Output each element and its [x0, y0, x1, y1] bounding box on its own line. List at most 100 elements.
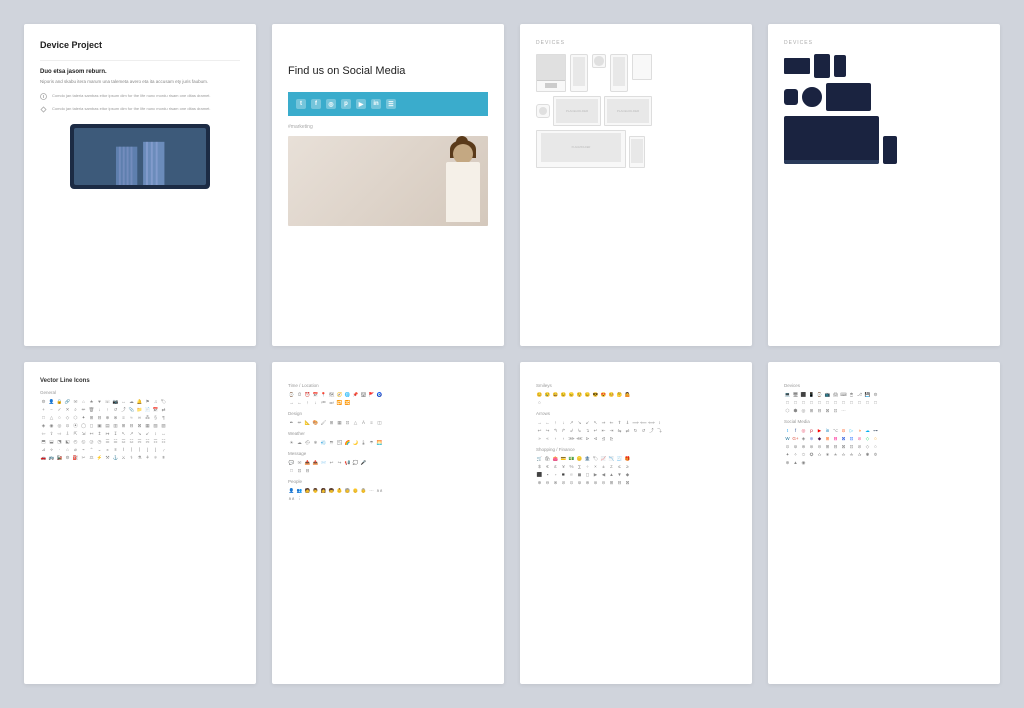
icon-c5: ⌀	[72, 446, 79, 453]
list-item-2: Comdo jan taleria sambas eitor ipsum dim…	[40, 106, 240, 114]
icons-general-6: ⬒ ⬓ ⬔ ⬕ ◴ ◵ ◶ ◷ ☰ ☱ ☲ ☳ ☴ ☵ ☶ ☷	[40, 438, 240, 445]
icon-rd: ⊙	[840, 427, 847, 434]
icon-dev5: □	[816, 399, 823, 406]
icon-moon: 🌙	[352, 439, 359, 446]
arrow-icons-3: » « › ‹ ⋙ ⋘ ⊳ ⊲ ⊴ ⊵	[536, 435, 736, 442]
icon-cart: 🛒	[536, 455, 543, 462]
weather-icons: ☀ ☁ 🌧 ❄ 💨 ⛈ 🌫 🌈 🌙 🌡 ☂ 🌅	[288, 439, 488, 446]
icon-a14: ↙	[144, 430, 151, 437]
icon-d9: ⚒	[104, 454, 111, 461]
icon-person5: 👩	[320, 487, 327, 494]
icon-thunder: ⛈	[328, 439, 335, 446]
icon-ar9: ⇤	[600, 427, 607, 434]
person-body	[446, 162, 480, 222]
icon-sx7: ✭	[832, 451, 839, 458]
icon-chart: 📈	[600, 455, 607, 462]
card-devices-dark: DEVICES	[768, 24, 1000, 346]
icon-s12: ≥	[624, 463, 631, 470]
icon-a5: ⇱	[72, 430, 79, 437]
icon-r11: ⊞	[120, 422, 127, 429]
card-devices-white: DEVICES	[520, 24, 752, 346]
icon-arrow-d: ↓	[312, 399, 319, 406]
icon-check: ✓	[56, 406, 63, 413]
dev-ipad-2: PLACEHOLDER	[604, 96, 652, 126]
icon-mouse: 🖱	[848, 391, 855, 398]
icon-ar7: ↴	[584, 427, 591, 434]
icon-arrow-r: →	[288, 399, 295, 406]
icon-a6: ⇲	[80, 430, 87, 437]
dark-laptop	[784, 116, 879, 164]
icon-dev27: ⊡	[832, 407, 839, 414]
icon-d7: ⚖	[88, 454, 95, 461]
social-title: Find us on Social Media	[288, 64, 488, 78]
dark-row-2	[784, 83, 984, 111]
icon-li: in	[824, 427, 831, 434]
icon-neutral: 😐	[584, 391, 591, 398]
icon-wind: 💨	[320, 439, 327, 446]
icon-hdd: 💾	[864, 391, 871, 398]
icon-speech: 💭	[352, 459, 359, 466]
icon-search: ⌕	[72, 406, 79, 413]
icon-s11: ≤	[616, 463, 623, 470]
card1-title: Device Project	[40, 40, 240, 50]
icon-map: ↔	[120, 398, 127, 405]
icons-general-8: 🚗 🚌 🚂 ⚙ ⛽ ✂ ⚖ ⚡ ⚒ ⚓ ⚔ ⚕ ⚗ ⚘ ⚛ ⚜	[40, 454, 240, 461]
devices-icons-2: □ □ □ □ □ □ □ □ □ □ □ □	[784, 399, 984, 406]
dark-tablet	[826, 83, 871, 111]
icon-ar3: ↰	[552, 427, 559, 434]
social-icons-row2: W G+ ◈ ⊕ ◆ ⊞ ⊟ ⊠ ⊡ ⊘ ◇ ○	[784, 435, 984, 442]
pinterest-icon: p	[341, 99, 351, 109]
card1-body: Niporis and skabu itera marum una taleme…	[40, 79, 240, 85]
icon-dev4: □	[808, 399, 815, 406]
devices-label-dark: DEVICES	[784, 40, 984, 46]
icon-a28: ⊲	[592, 435, 599, 442]
icon-b1: ⬒	[40, 438, 47, 445]
icon-group: ⋯	[368, 487, 375, 494]
icon-t7: ◻	[584, 471, 591, 478]
icon-ar15: ⤴	[648, 427, 655, 434]
arrow-icons-2: ↩ ↪ ↰ ↱ ↲ ↳ ↴ ↵ ⇤ ⇥ ⇋ ⇌ ↻ ↺ ⤴ ⤵	[536, 427, 736, 434]
icon-so8: ⊠	[840, 443, 847, 450]
icon-u11: ⊟	[616, 479, 623, 486]
icon-love: 😍	[600, 391, 607, 398]
icon-d14: ⚘	[144, 454, 151, 461]
icon-r5: ⦿	[72, 422, 79, 429]
icon-sy3: ◉	[800, 459, 807, 466]
icon-compass: 🧭	[336, 391, 343, 398]
icon-d5: ⛽	[72, 454, 79, 461]
icon-so12: ○	[872, 443, 879, 450]
icon-t6: ◼	[576, 471, 583, 478]
tablet-screen	[74, 128, 206, 185]
shopping-icons-1: 🛒 🛍 👛 💳 💵 🪙 🏦 🏷 📈 📉 🧾 🎁	[536, 455, 736, 462]
dark-phone-2	[834, 55, 846, 77]
icon-vec: △	[352, 419, 359, 426]
icon-b5: ◴	[72, 438, 79, 445]
icon-crop: ⊡	[344, 419, 351, 426]
icon-dev2: □	[792, 399, 799, 406]
facebook-icon: f	[311, 99, 321, 109]
icon-d13: ⚗	[136, 454, 143, 461]
icon-dg: ⊠	[840, 435, 847, 442]
icon-gh: ⌥	[832, 427, 839, 434]
icon-sq10: ⊗	[112, 414, 119, 421]
icon-cool: 😎	[592, 391, 599, 398]
icon-b13: ☴	[136, 438, 143, 445]
tablet-mockup	[70, 124, 210, 189]
icon-s6: ∑	[576, 463, 583, 470]
time-icons-1: ⌚ ⏱ ⏰ 📅 📍 🗺 🧭 🌐 📌 🛣 🚩 🧿	[288, 391, 488, 398]
icon-a11: ↖	[120, 430, 127, 437]
shopping-icons-2: $ € £ ¥ % ∑ ÷ × ± ≠ ≤ ≥	[536, 463, 736, 470]
icon-t2: ▪	[544, 471, 551, 478]
icon-settings: ⚙	[40, 398, 47, 405]
icon-location: 📍	[320, 391, 327, 398]
icon-sq2: △	[48, 414, 55, 421]
icon-vm: ▷	[848, 427, 855, 434]
devices-white-layout: PLACEHOLDER PLACEHOLDER PLACEHOLDER	[536, 54, 736, 168]
icon-ds: ⊕	[808, 435, 815, 442]
icon-sun: ☀	[288, 439, 295, 446]
message-icons: 💬 ✉ 📥 📤 📨 ↩ ↪ 📢 💭 🎤	[288, 459, 488, 466]
icon-sx1: ✦	[784, 451, 791, 458]
icon-msg2: ⊡	[296, 467, 303, 474]
icon-d1: 🚗	[40, 454, 47, 461]
icon-home: ⌂	[80, 398, 87, 405]
